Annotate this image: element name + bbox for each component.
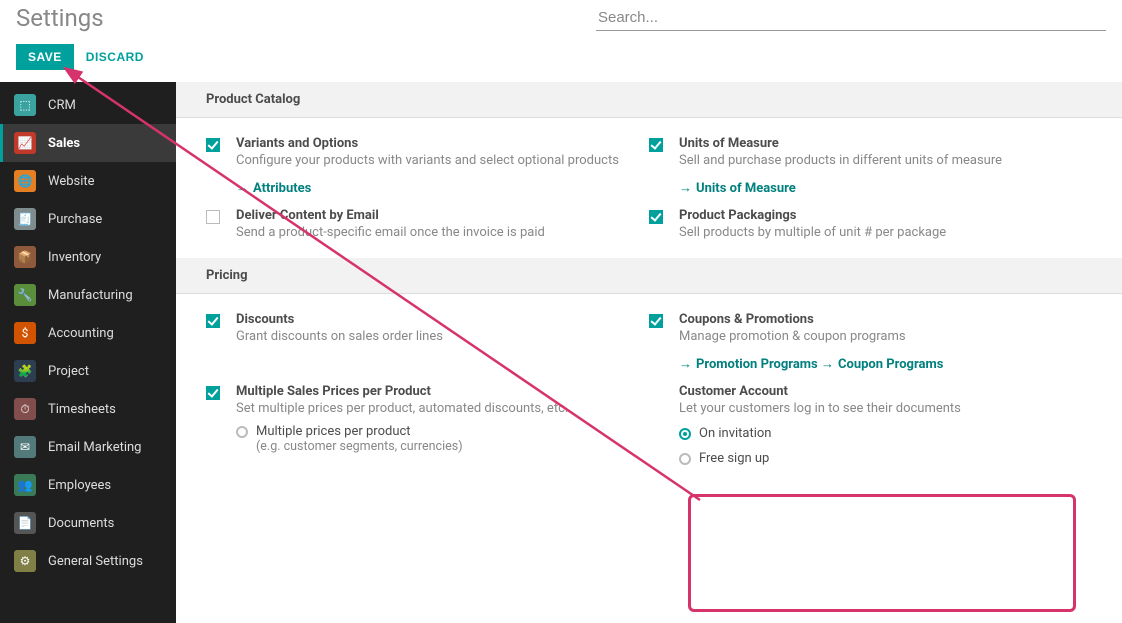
sidebar-item-website[interactable]: 🌐 Website [0,162,176,200]
sidebar-item-manufacturing[interactable]: 🔧 Manufacturing [0,276,176,314]
option-title: Coupons & Promotions [679,312,1072,327]
timesheets-icon: ⏱ [14,398,36,420]
option-title: Multiple Sales Prices per Product [236,384,629,399]
sidebar-item-project[interactable]: 🧩 Project [0,352,176,390]
employees-icon: 👥 [14,474,36,496]
radio-multiple-prices[interactable]: Multiple prices per product [236,424,629,439]
link-label: Promotion Programs [696,357,818,372]
sidebar-item-general-settings[interactable]: ⚙ General Settings [0,542,176,580]
link-label: Coupon Programs [838,357,943,372]
sidebar-item-label: Accounting [48,326,114,341]
option-desc: Configure your products with variants an… [236,153,629,168]
accounting-icon: $ [14,322,36,344]
checkbox-packagings[interactable] [649,210,663,224]
sidebar-item-purchase[interactable]: 🧾 Purchase [0,200,176,238]
sidebar-item-crm[interactable]: ⬚ CRM [0,86,176,124]
link-coupon-programs[interactable]: → Coupon Programs [821,356,943,372]
sidebar-item-label: Timesheets [48,402,116,417]
arrow-right-icon: → [821,356,834,372]
page-title: Settings [16,4,104,32]
checkbox-variants[interactable] [206,138,220,152]
sidebar-item-employees[interactable]: 👥 Employees [0,466,176,504]
sidebar-item-label: Inventory [48,250,101,265]
checkbox-discounts[interactable] [206,314,220,328]
section-header-pricing: Pricing [176,258,1122,294]
radio-label: Free sign up [699,451,769,466]
link-label: Attributes [253,181,311,196]
sidebar-item-label: Employees [48,478,111,493]
sidebar-item-documents[interactable]: 📄 Documents [0,504,176,542]
sidebar-item-label: CRM [48,98,76,113]
discard-button[interactable]: DISCARD [86,50,144,64]
sidebar-item-label: Project [48,364,89,379]
sidebar-item-label: Website [48,174,95,189]
sidebar-item-accounting[interactable]: $ Accounting [0,314,176,352]
sidebar-item-label: Purchase [48,212,102,227]
link-attributes[interactable]: → Attributes [236,180,311,196]
option-title: Customer Account [679,384,1072,399]
purchase-icon: 🧾 [14,208,36,230]
checkbox-coupons[interactable] [649,314,663,328]
arrow-right-icon: → [679,356,692,372]
option-desc: Send a product-specific email once the i… [236,225,629,240]
save-button[interactable]: SAVE [16,44,74,70]
radio-on-invitation[interactable]: On invitation [679,426,1072,441]
radio-label: On invitation [699,426,771,441]
radio-icon [236,426,248,438]
crm-icon: ⬚ [14,94,36,116]
option-title: Discounts [236,312,629,327]
sidebar-item-sales[interactable]: 📈 Sales [0,124,176,162]
sidebar-item-label: Documents [48,516,114,531]
option-title: Units of Measure [679,136,1072,151]
arrow-right-icon: → [236,180,249,196]
link-uom[interactable]: → Units of Measure [679,180,796,196]
inventory-icon: 📦 [14,246,36,268]
option-desc: Let your customers log in to see their d… [679,401,1072,416]
sidebar-item-label: Sales [48,136,80,151]
option-title: Product Packagings [679,208,1072,223]
website-icon: 🌐 [14,170,36,192]
documents-icon: 📄 [14,512,36,534]
option-desc: Sell and purchase products in different … [679,153,1072,168]
link-promotion-programs[interactable]: → Promotion Programs [679,356,818,372]
sidebar-item-label: Email Marketing [48,440,141,455]
checkbox-multiple-prices[interactable] [206,386,220,400]
sidebar-item-label: Manufacturing [48,288,133,303]
checkbox-deliver-email[interactable] [206,210,220,224]
radio-icon [679,428,691,440]
manufacturing-icon: 🔧 [14,284,36,306]
section-header-product-catalog: Product Catalog [176,82,1122,118]
radio-free-signup[interactable]: Free sign up [679,451,1072,466]
sales-icon: 📈 [14,132,36,154]
search-input[interactable] [596,5,1106,31]
gear-icon: ⚙ [14,550,36,572]
radio-label: Multiple prices per product [256,424,411,439]
settings-main: Product Catalog Variants and Options Con… [176,82,1122,623]
project-icon: 🧩 [14,360,36,382]
email-marketing-icon: ✉ [14,436,36,458]
radio-icon [679,453,691,465]
option-desc: Set multiple prices per product, automat… [236,401,629,416]
radio-sub-desc: (e.g. customer segments, currencies) [256,439,629,454]
settings-sidebar: ⬚ CRM 📈 Sales 🌐 Website 🧾 Purchase 📦 Inv… [0,82,176,623]
option-desc: Manage promotion & coupon programs [679,329,1072,344]
checkbox-uom[interactable] [649,138,663,152]
link-label: Units of Measure [696,181,796,196]
option-desc: Sell products by multiple of unit # per … [679,225,1072,240]
option-title: Variants and Options [236,136,629,151]
option-desc: Grant discounts on sales order lines [236,329,629,344]
option-title: Deliver Content by Email [236,208,629,223]
sidebar-item-label: General Settings [48,554,143,569]
sidebar-item-email-marketing[interactable]: ✉ Email Marketing [0,428,176,466]
sidebar-item-timesheets[interactable]: ⏱ Timesheets [0,390,176,428]
arrow-right-icon: → [679,180,692,196]
sidebar-item-inventory[interactable]: 📦 Inventory [0,238,176,276]
